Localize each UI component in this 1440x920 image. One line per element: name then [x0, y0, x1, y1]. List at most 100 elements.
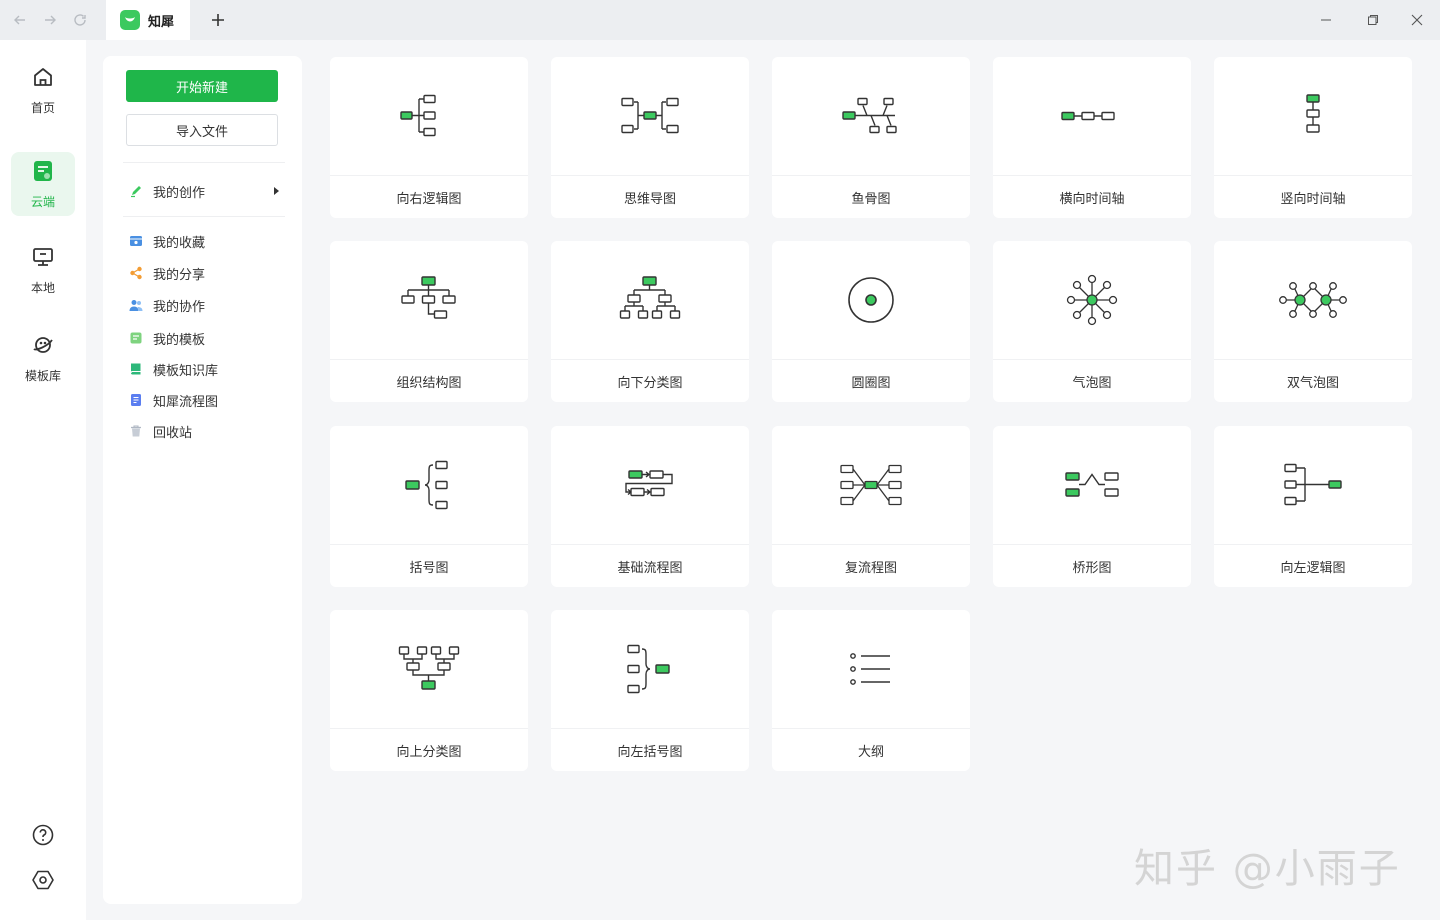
share-icon	[129, 266, 143, 280]
template-card-timeline-horizontal[interactable]: 横向时间轴	[993, 57, 1191, 218]
template-card-circle-map[interactable]: 圆圈图	[772, 241, 970, 402]
template-card-label: 横向时间轴	[1059, 191, 1125, 207]
rail-item-templates[interactable]: 模板库	[11, 326, 75, 390]
import-file-button[interactable]: 导入文件	[126, 114, 278, 146]
template-card-label: 气泡图	[1072, 375, 1112, 391]
brace-left-icon	[551, 610, 749, 729]
side-item-my-templates[interactable]: 我的模板	[129, 326, 279, 350]
template-card-basic-flow[interactable]: 基础流程图	[551, 426, 749, 587]
template-card-label: 向左括号图	[617, 744, 683, 760]
trash-icon	[129, 424, 143, 438]
template-card-label: 圆圈图	[851, 375, 891, 391]
rail-item-home[interactable]: 首页	[11, 58, 75, 122]
basic-flow-icon	[551, 426, 749, 545]
divider	[123, 216, 285, 217]
template-card-timeline-vertical[interactable]: 竖向时间轴	[1214, 57, 1412, 218]
template-card-label: 大纲	[857, 744, 884, 760]
template-card-logic-right[interactable]: 向右逻辑图	[330, 57, 528, 218]
home-icon	[31, 65, 55, 93]
watermark: 知乎 @小雨子	[1134, 846, 1401, 892]
template-card-label: 向右逻辑图	[396, 191, 462, 207]
logic-right-icon	[330, 57, 528, 176]
template-card-double-bubble[interactable]: 双气泡图	[1214, 241, 1412, 402]
template-card-brace-left[interactable]: 向左括号图	[551, 610, 749, 771]
settings-icon[interactable]	[31, 868, 55, 892]
template-card-label: 思维导图	[623, 191, 676, 207]
org-chart-icon	[330, 241, 528, 360]
template-card-label: 括号图	[409, 560, 449, 576]
side-item-shares[interactable]: 我的分享	[129, 261, 279, 285]
template-card-tree-up[interactable]: 向上分类图	[330, 610, 528, 771]
template-icon	[129, 331, 143, 345]
timeline-vertical-icon	[1214, 57, 1412, 176]
multi-flow-icon	[772, 426, 970, 545]
reload-icon[interactable]	[69, 9, 91, 31]
side-item-label: 我的模板	[153, 332, 206, 348]
side-item-label: 我的收藏	[153, 235, 206, 251]
template-card-label: 向上分类图	[396, 744, 462, 760]
rail-label-templates: 模板库	[24, 368, 61, 383]
arrow-right-icon[interactable]	[39, 9, 61, 31]
new-file-button[interactable]: 开始新建	[126, 70, 278, 102]
rail-label-cloud: 云端	[30, 194, 55, 209]
template-card-org-chart[interactable]: 组织结构图	[330, 241, 528, 402]
mindmap-icon	[551, 57, 749, 176]
template-card-label: 向左逻辑图	[1280, 560, 1346, 576]
brace-map-icon	[330, 426, 528, 545]
folder-star-icon	[129, 234, 143, 248]
double-bubble-icon	[1214, 241, 1412, 360]
file-panel: 开始新建 导入文件 我的创作 我的收藏 我的分享 我的协作 我的模板 模板知识库…	[103, 56, 302, 904]
left-rail: 首页 云端 本地 模板库	[0, 40, 86, 920]
side-item-my-creations[interactable]: 我的创作	[129, 179, 279, 203]
rail-label-local: 本地	[30, 280, 55, 295]
app-tab[interactable]: 知犀	[106, 0, 190, 40]
template-card-label: 竖向时间轴	[1280, 191, 1346, 207]
template-card-tree-down[interactable]: 向下分类图	[551, 241, 749, 402]
template-card-label: 桥形图	[1072, 560, 1112, 576]
side-item-favorites[interactable]: 我的收藏	[129, 229, 279, 253]
side-item-template-kb[interactable]: 模板知识库	[129, 357, 279, 381]
book-icon	[129, 362, 143, 376]
rail-item-cloud[interactable]: 云端	[11, 152, 75, 216]
side-item-flowchart[interactable]: 知犀流程图	[129, 388, 279, 412]
template-card-logic-left[interactable]: 向左逻辑图	[1214, 426, 1412, 587]
outline-icon	[772, 610, 970, 729]
side-item-label: 回收站	[153, 425, 193, 441]
template-card-multi-flow[interactable]: 复流程图	[772, 426, 970, 587]
help-icon[interactable]	[31, 823, 55, 847]
bubble-map-icon	[993, 241, 1191, 360]
rail-label-home: 首页	[30, 100, 55, 115]
side-item-label: 模板知识库	[153, 363, 219, 379]
side-item-label: 我的创作	[153, 185, 206, 201]
divider	[123, 162, 285, 163]
logic-left-icon	[1214, 426, 1412, 545]
minimize-icon[interactable]	[1315, 9, 1337, 31]
arrow-left-icon[interactable]	[9, 9, 31, 31]
template-card-label: 复流程图	[844, 560, 897, 576]
side-item-label: 我的分享	[153, 267, 206, 283]
plus-icon[interactable]	[206, 8, 230, 32]
fishbone-icon	[772, 57, 970, 176]
monitor-icon	[31, 245, 55, 273]
title-bar: 知犀	[0, 0, 1440, 40]
template-card-label: 组织结构图	[396, 375, 462, 391]
template-card-bubble-map[interactable]: 气泡图	[993, 241, 1191, 402]
rail-item-local[interactable]: 本地	[11, 238, 75, 302]
side-item-recycle-bin[interactable]: 回收站	[129, 419, 279, 443]
template-card-label: 双气泡图	[1286, 375, 1339, 391]
template-card-mindmap[interactable]: 思维导图	[551, 57, 749, 218]
flowchart-doc-icon	[129, 393, 143, 407]
template-card-label: 向下分类图	[617, 375, 683, 391]
side-item-label: 我的协作	[153, 299, 206, 315]
users-icon	[129, 298, 143, 312]
restore-icon[interactable]	[1362, 9, 1384, 31]
template-card-outline[interactable]: 大纲	[772, 610, 970, 771]
close-icon[interactable]	[1406, 9, 1428, 31]
template-card-fishbone[interactable]: 鱼骨图	[772, 57, 970, 218]
circle-map-icon	[772, 241, 970, 360]
side-item-collaboration[interactable]: 我的协作	[129, 293, 279, 317]
template-card-bridge-map[interactable]: 桥形图	[993, 426, 1191, 587]
timeline-horizontal-icon	[993, 57, 1191, 176]
caret-right-icon	[274, 187, 279, 195]
template-card-brace-map[interactable]: 括号图	[330, 426, 528, 587]
